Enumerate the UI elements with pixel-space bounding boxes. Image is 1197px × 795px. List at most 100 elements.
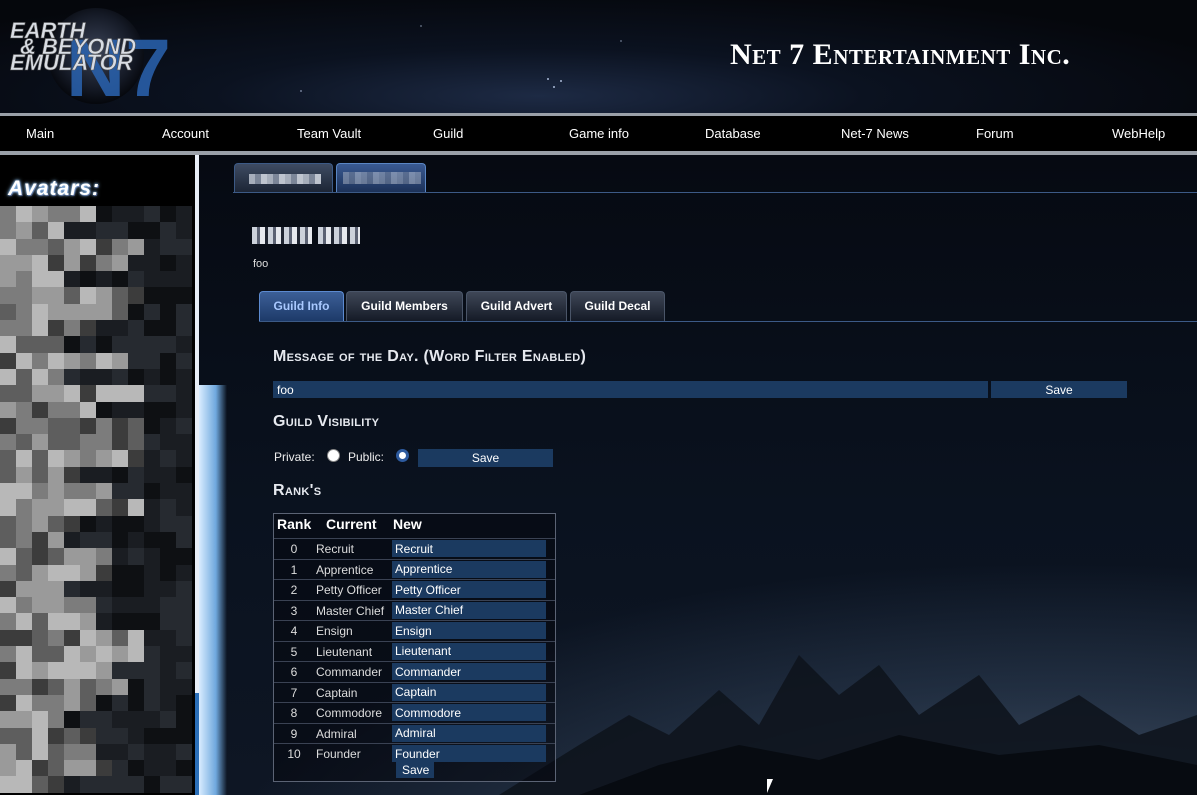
nav-game-info[interactable]: Game info	[569, 126, 629, 141]
rank-current-name: Apprentice	[316, 562, 374, 577]
rank-new-name-input[interactable]	[392, 622, 546, 639]
motd-save-button[interactable]: Save	[991, 381, 1127, 398]
nav-guild[interactable]: Guild	[433, 126, 463, 141]
avatar-row[interactable]	[0, 662, 196, 679]
rank-current-name: Admiral	[316, 726, 357, 741]
rank-number: 0	[290, 542, 298, 556]
tab-guild-members[interactable]: Guild Members	[346, 291, 463, 321]
site-title: Net 7 Entertainment Inc.	[730, 38, 1071, 71]
motd-input[interactable]	[273, 381, 988, 398]
guild-name-redacted-2	[318, 227, 360, 244]
rank-new-name-input[interactable]	[392, 642, 546, 660]
rank-row: 2 Petty Officer	[274, 579, 555, 600]
rank-new-name-input[interactable]	[392, 704, 546, 721]
rank-current-name: Founder	[316, 747, 361, 761]
avatar-row[interactable]	[0, 254, 196, 272]
private-radio[interactable]	[327, 449, 340, 462]
avatar-row[interactable]	[0, 613, 196, 630]
avatar-row[interactable]	[0, 417, 196, 435]
avatar-row[interactable]	[0, 352, 196, 369]
rank-new-name-input[interactable]	[392, 540, 546, 557]
rank-row: 7 Captain	[274, 681, 555, 703]
avatar-row[interactable]	[0, 580, 196, 598]
ranks-save-button[interactable]: Save	[396, 762, 434, 778]
nav-main[interactable]: Main	[26, 126, 54, 141]
rank-header-current: Current	[326, 516, 377, 532]
rank-number: 3	[290, 603, 298, 618]
avatar-row[interactable]	[0, 678, 196, 695]
avatar-row[interactable]	[0, 222, 196, 239]
avatar-row[interactable]	[0, 531, 196, 549]
avatar-row[interactable]	[0, 694, 196, 712]
rank-number: 6	[290, 665, 298, 679]
rank-row: 1 Apprentice	[274, 558, 555, 580]
avatar-row[interactable]	[0, 320, 196, 337]
avatar-row[interactable]	[0, 760, 196, 777]
rank-new-name-input[interactable]	[392, 663, 546, 680]
avatar-row[interactable]	[0, 368, 196, 386]
avatar-row[interactable]	[0, 450, 196, 467]
avatar-row[interactable]	[0, 336, 196, 353]
guild-panel: foo Guild Info Guild Members Guild Adver…	[199, 155, 1197, 795]
rank-current-name: Ensign	[316, 624, 353, 638]
nav-webhelp[interactable]: WebHelp	[1112, 126, 1165, 141]
nav-team-vault[interactable]: Team Vault	[297, 126, 361, 141]
rank-new-name-input[interactable]	[392, 560, 546, 578]
avatar-row[interactable]	[0, 564, 196, 581]
avatar-list[interactable]	[0, 206, 196, 793]
avatar-row[interactable]	[0, 483, 196, 500]
rank-new-name-input[interactable]	[392, 745, 546, 762]
avatar-row[interactable]	[0, 238, 196, 255]
rank-current-name: Commodore	[316, 706, 383, 720]
avatar-row[interactable]	[0, 515, 196, 532]
avatar-row[interactable]	[0, 548, 196, 565]
nav-account[interactable]: Account	[162, 126, 209, 141]
avatar-row[interactable]	[0, 466, 196, 484]
nav-forum[interactable]: Forum	[976, 126, 1014, 141]
rank-new-name-input[interactable]	[392, 683, 546, 701]
public-label: Public:	[348, 450, 385, 464]
avatar-row[interactable]	[0, 776, 196, 793]
avatar-row[interactable]	[0, 743, 196, 761]
avatar-row[interactable]	[0, 206, 196, 223]
avatar-row[interactable]	[0, 646, 196, 663]
rank-row: 3 Master Chief	[274, 599, 555, 621]
rank-number: 10	[287, 747, 301, 761]
rank-current-name: Petty Officer	[316, 583, 382, 597]
tab-guild-advert[interactable]: Guild Advert	[466, 291, 567, 321]
avatar-row[interactable]	[0, 499, 196, 516]
rank-new-name-input[interactable]	[392, 724, 546, 742]
avatar-row[interactable]	[0, 597, 196, 614]
nav-database[interactable]: Database	[705, 126, 761, 141]
tab-guild-info[interactable]: Guild Info	[259, 291, 344, 321]
ranks-title: Rank's	[273, 482, 322, 499]
avatar-row[interactable]	[0, 271, 196, 288]
rank-current-name: Captain	[316, 685, 358, 700]
rank-number: 8	[290, 706, 298, 720]
avatar-row[interactable]	[0, 385, 196, 402]
top-tab-1[interactable]	[234, 163, 333, 193]
avatar-row[interactable]	[0, 434, 196, 451]
top-tab-2[interactable]	[336, 163, 426, 193]
avatar-row[interactable]	[0, 711, 196, 728]
rank-new-name-input[interactable]	[392, 601, 546, 619]
nav-net7-news[interactable]: Net-7 News	[841, 126, 909, 141]
avatar-row[interactable]	[0, 401, 196, 418]
rank-row: 0 Recruit	[274, 538, 555, 559]
avatar-row[interactable]	[0, 287, 196, 304]
avatar-row[interactable]	[0, 727, 196, 744]
rank-row: 8 Commodore	[274, 702, 555, 723]
ranks-table: Rank Current New 0 Recruit 1 Apprentice 2 Pet…	[273, 513, 556, 782]
avatars-sidebar: Avatars:	[0, 155, 196, 795]
earth-and-beyond-logo[interactable]: N7 EARTH & BEYOND EMULATOR	[6, 4, 188, 106]
rank-row: 5 Lieutenant	[274, 640, 555, 662]
public-radio[interactable]	[396, 449, 409, 462]
visibility-save-button[interactable]: Save	[418, 449, 553, 467]
tab-guild-decal[interactable]: Guild Decal	[570, 291, 665, 321]
rank-new-name-input[interactable]	[392, 581, 546, 598]
rank-number: 4	[290, 624, 298, 638]
rank-header-new: New	[393, 516, 422, 532]
avatar-row[interactable]	[0, 303, 196, 321]
avatar-row[interactable]	[0, 629, 196, 647]
rank-row: 6 Commander	[274, 661, 555, 682]
